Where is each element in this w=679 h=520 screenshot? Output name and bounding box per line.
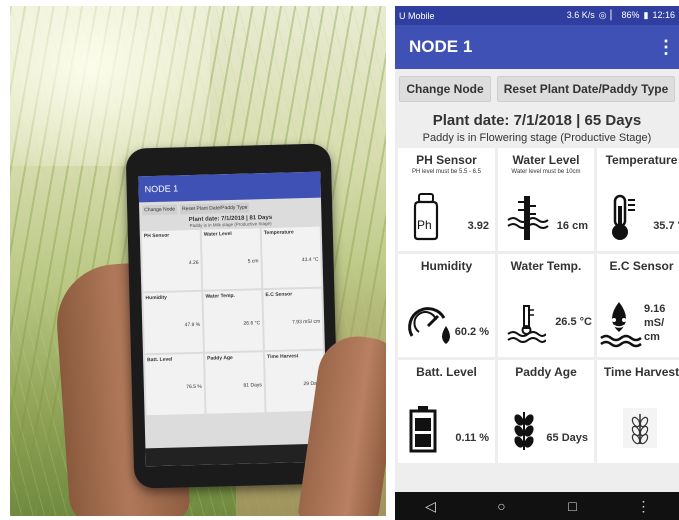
card-title: PH Sensor: [416, 153, 477, 167]
photo-cell-title: Temperature: [263, 229, 294, 237]
plant-date: Plant date: 7/1/2018 | 65 Days: [432, 112, 642, 129]
photo-cell-value: 26.6 °C: [243, 320, 261, 327]
overflow-menu-icon[interactable]: ⋮: [657, 37, 675, 58]
paddy-age-value: 65 Days: [546, 432, 588, 444]
ec-value: 9.16 mS/ cm: [644, 303, 666, 343]
photo-cell-value: 47.9 %: [184, 321, 201, 329]
sun-glare: [10, 6, 210, 166]
conductivity-drop-icon: [599, 298, 642, 348]
card-subtitle: PH level must be 5.5 - 6.5: [411, 169, 482, 175]
field-photo: NODE 1 Change Node Reset Plant Date/Padd…: [10, 6, 386, 516]
photo-nav-bar: [145, 443, 328, 467]
carrier-label: U Mobile: [399, 10, 435, 21]
photo-cell-value: 76.5 %: [186, 383, 202, 391]
photo-cell: Water Temp. 26.6 °C: [203, 290, 263, 352]
card-title: Temperature: [605, 153, 678, 167]
card-title: Humidity: [420, 259, 473, 273]
card-title: Time Harvest: [603, 365, 679, 379]
ec-sensor-card[interactable]: E.C Sensor 9.16 mS/ cm: [597, 254, 679, 357]
change-node-button[interactable]: Change Node: [399, 76, 491, 102]
photo-change-node: Change Node: [142, 204, 178, 216]
photo-cell-title: Water Temp.: [205, 292, 236, 300]
water-level-gauge-icon: [506, 192, 549, 242]
humidity-value: 60.2 %: [454, 326, 489, 338]
composite-figure: NODE 1 Change Node Reset Plant Date/Padd…: [0, 0, 679, 520]
photo-cell-title: Humidity: [145, 294, 167, 302]
humidity-gauge-icon: [406, 298, 456, 348]
recents-square-icon[interactable]: □: [558, 498, 588, 514]
temperature-value: 35.7 °C: [653, 220, 679, 232]
wifi-icon: ◎: [598, 10, 607, 20]
status-battery-icon: ▮: [643, 10, 649, 20]
photo-cell-value: 4.26: [188, 259, 199, 267]
photo-cell-value: 29 Days: [303, 380, 322, 388]
status-right: 3.6 K/s ◎ ▏ 86% ▮ 12:16: [567, 10, 675, 21]
status-bar: U Mobile 3.6 K/s ◎ ▏ 86% ▮ 12:16: [395, 6, 679, 25]
temperature-card[interactable]: Temperature 35.7 °C: [597, 148, 679, 251]
photo-cell: Batt. Level 76.5 %: [144, 353, 205, 416]
card-title: E.C Sensor: [609, 259, 674, 273]
paddy-age-card[interactable]: Paddy Age 65 Days: [498, 360, 594, 463]
photo-cell: Temperature 43.4 °C: [261, 226, 322, 289]
water-level-value: 16 cm: [556, 220, 588, 232]
photo-cell-title: Water Level: [203, 230, 232, 238]
photo-cell: Paddy Age 81 Days: [204, 352, 265, 414]
water-temp-card[interactable]: Water Temp. 26.5 °C: [498, 254, 594, 357]
ph-value: 3.92: [467, 220, 489, 232]
ph-bottle-icon: Ph: [406, 192, 446, 242]
photo-cell: Humidity 47.9 %: [143, 291, 203, 354]
water-thermometer-icon: [506, 298, 547, 348]
photo-cell: PH Sensor 4.26: [141, 229, 202, 292]
photo-cell-value: 43.4 °C: [301, 256, 319, 264]
photo-cell-title: Batt. Level: [147, 356, 173, 364]
app-bar: NODE 1 ⋮: [395, 25, 679, 69]
time-harvest-card[interactable]: Time Harvest: [597, 360, 679, 463]
battery-icon: [406, 404, 446, 454]
thermometer-icon: [605, 192, 645, 242]
signal-icon: ▏: [610, 10, 618, 20]
card-subtitle: Water level must be 10cm: [511, 169, 581, 175]
action-button-row: Change Node Reset Plant Date/Paddy Type: [395, 69, 679, 102]
back-triangle-icon[interactable]: ◁: [416, 498, 446, 515]
reset-plant-date-button[interactable]: Reset Plant Date/Paddy Type: [497, 76, 675, 102]
handheld-phone-screen: NODE 1 Change Node Reset Plant Date/Padd…: [138, 171, 328, 467]
clock: 12:16: [652, 10, 675, 20]
page-title: NODE 1: [409, 37, 473, 56]
handheld-phone: NODE 1 Change Node Reset Plant Date/Padd…: [125, 143, 340, 489]
card-title: Paddy Age: [515, 365, 577, 379]
photo-cell-title: Paddy Age: [207, 355, 233, 362]
app-screenshot: U Mobile 3.6 K/s ◎ ▏ 86% ▮ 12:16 NODE 1 …: [395, 6, 679, 520]
sensor-grid: PH Sensor PH level must be 5.5 - 6.5 Ph …: [395, 144, 679, 463]
water-temp-value: 26.5 °C: [555, 316, 592, 328]
system-nav-bar: ◁ ○ □ ⋮: [395, 492, 679, 520]
photo-cell: Water Level 5 cm: [201, 228, 262, 290]
battery-percent: 86%: [621, 10, 640, 20]
photo-cell-title: E.C Sensor: [265, 291, 293, 299]
humidity-card[interactable]: Humidity 60.2 %: [398, 254, 495, 357]
growth-stage: Paddy is in Flowering stage (Productive …: [422, 132, 652, 144]
photo-cell-value: 81 Days: [243, 382, 262, 389]
svg-text:Ph: Ph: [417, 218, 432, 232]
grain-icon: [623, 408, 657, 448]
card-title: Water Level: [512, 153, 580, 167]
battery-card[interactable]: Batt. Level 0.11 %: [398, 360, 495, 463]
wheat-icon: [506, 404, 546, 454]
more-dots-icon[interactable]: ⋮: [629, 498, 659, 515]
photo-card-grid: PH Sensor 4.26 Water Level 5 cm Temperatur…: [140, 225, 327, 418]
battery-value: 0.11 %: [455, 432, 489, 444]
photo-cell-value: 7.93 mS/ cm: [292, 318, 321, 326]
ph-sensor-card[interactable]: PH Sensor PH level must be 5.5 - 6.5 Ph …: [398, 148, 495, 251]
network-speed: 3.6 K/s: [566, 10, 595, 20]
photo-cell-title: Time Harvest: [267, 353, 299, 361]
photo-cell: E.C Sensor 7.93 mS/ cm: [263, 288, 323, 351]
photo-reset: Reset Plant Date/Paddy Type: [179, 202, 250, 215]
home-circle-icon[interactable]: ○: [487, 498, 517, 514]
card-title: Water Temp.: [510, 259, 582, 273]
photo-cell-title: PH Sensor: [143, 232, 170, 240]
card-title: Batt. Level: [416, 365, 477, 379]
photo-cell-value: 5 cm: [247, 258, 259, 265]
water-level-card[interactable]: Water Level Water level must be 10cm 16 …: [498, 148, 594, 251]
